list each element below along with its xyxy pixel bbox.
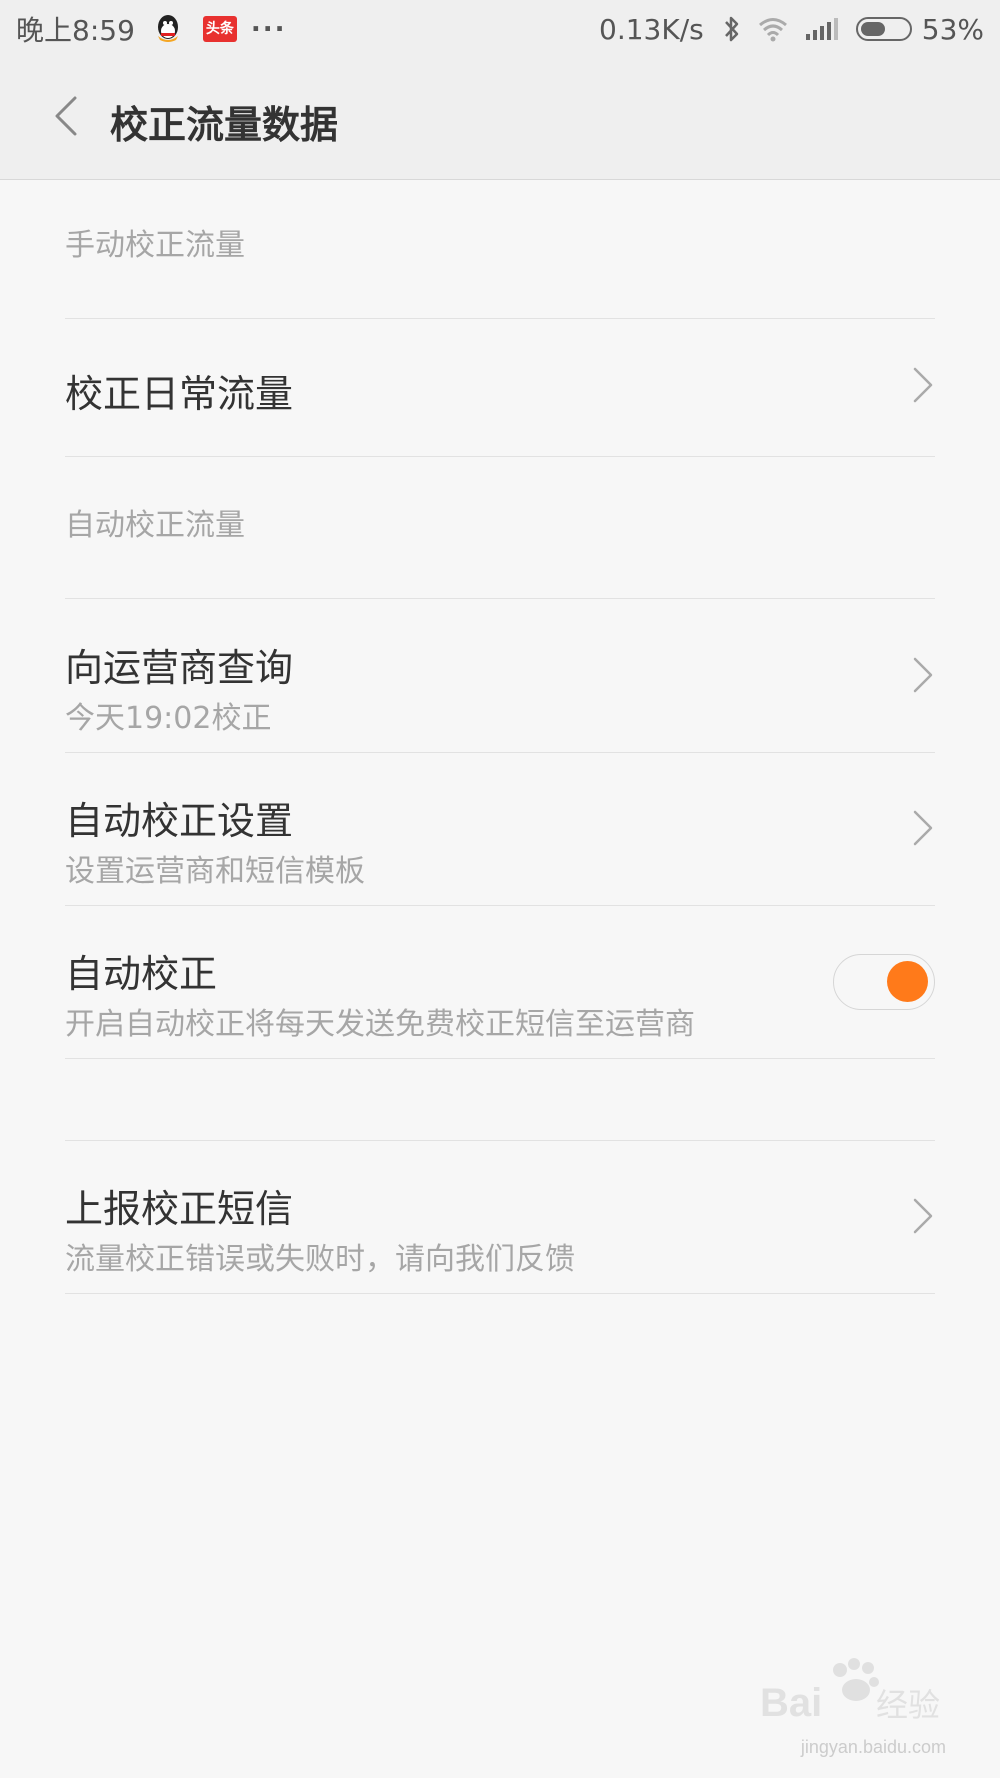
title-bar: 校正流量数据 bbox=[0, 58, 1000, 180]
chevron-right-icon bbox=[913, 1198, 933, 1234]
row-calibrate-daily[interactable]: 校正日常流量 bbox=[65, 319, 935, 456]
net-speed: 0.13K/s bbox=[599, 12, 704, 46]
row-report-sms[interactable]: 上报校正短信 流量校正错误或失败时，请向我们反馈 bbox=[65, 1141, 935, 1293]
back-button[interactable] bbox=[38, 84, 94, 148]
row-auto-calibration-toggle[interactable]: 自动校正 开启自动校正将每天发送免费校正短信至运营商 bbox=[65, 906, 935, 1058]
chevron-right-icon bbox=[913, 810, 933, 846]
row-subtitle: 设置运营商和短信模板 bbox=[65, 854, 365, 889]
svg-text:经验: 经验 bbox=[876, 1686, 940, 1724]
status-bar: 晚上8:59 头条 ... 0.13K/s 53% bbox=[0, 0, 1000, 58]
row-subtitle: 开启自动校正将每天发送免费校正短信至运营商 bbox=[65, 1007, 695, 1042]
watermark-url: jingyan.baidu.com bbox=[800, 1737, 946, 1757]
auto-calibration-toggle[interactable] bbox=[833, 954, 935, 1010]
section-header-auto: 自动校正流量 bbox=[65, 508, 245, 543]
row-title: 校正日常流量 bbox=[65, 372, 294, 416]
battery-percent: 53% bbox=[921, 12, 984, 46]
divider bbox=[65, 456, 935, 457]
battery-fill bbox=[860, 22, 885, 36]
toutiao-icon: 头条 bbox=[202, 16, 237, 42]
row-subtitle: 流量校正错误或失败时，请向我们反馈 bbox=[65, 1242, 575, 1277]
toutiao-icon-text: 头条 bbox=[205, 21, 234, 37]
divider bbox=[65, 1058, 935, 1059]
chevron-right-icon bbox=[913, 657, 933, 693]
more-notifications-icon: ... bbox=[250, 8, 287, 38]
chevron-right-icon bbox=[913, 367, 933, 403]
row-query-carrier[interactable]: 向运营商查询 今天19:02校正 bbox=[65, 599, 935, 752]
signal-icon bbox=[804, 16, 840, 42]
status-time: 晚上8:59 bbox=[16, 14, 135, 47]
status-bar-left: 晚上8:59 头条 ... bbox=[16, 8, 287, 49]
row-title: 上报校正短信 bbox=[65, 1187, 294, 1231]
toggle-knob bbox=[887, 961, 928, 1002]
row-auto-calibration-settings[interactable]: 自动校正设置 设置运营商和短信模板 bbox=[65, 753, 935, 905]
svg-text:Bai: Bai bbox=[760, 1681, 822, 1725]
page-title: 校正流量数据 bbox=[110, 103, 339, 147]
chevron-left-icon bbox=[55, 96, 77, 136]
bluetooth-icon bbox=[722, 14, 742, 44]
row-title: 自动校正设置 bbox=[65, 799, 294, 843]
row-title: 向运营商查询 bbox=[65, 646, 294, 690]
row-title: 自动校正 bbox=[65, 952, 218, 996]
qq-icon bbox=[153, 14, 183, 44]
wifi-icon bbox=[758, 16, 788, 42]
row-subtitle: 今天19:02校正 bbox=[65, 701, 272, 736]
divider bbox=[65, 1293, 935, 1294]
battery-icon bbox=[855, 17, 912, 41]
section-header-manual: 手动校正流量 bbox=[65, 228, 245, 263]
status-bar-right: 0.13K/s 53% bbox=[599, 13, 984, 46]
